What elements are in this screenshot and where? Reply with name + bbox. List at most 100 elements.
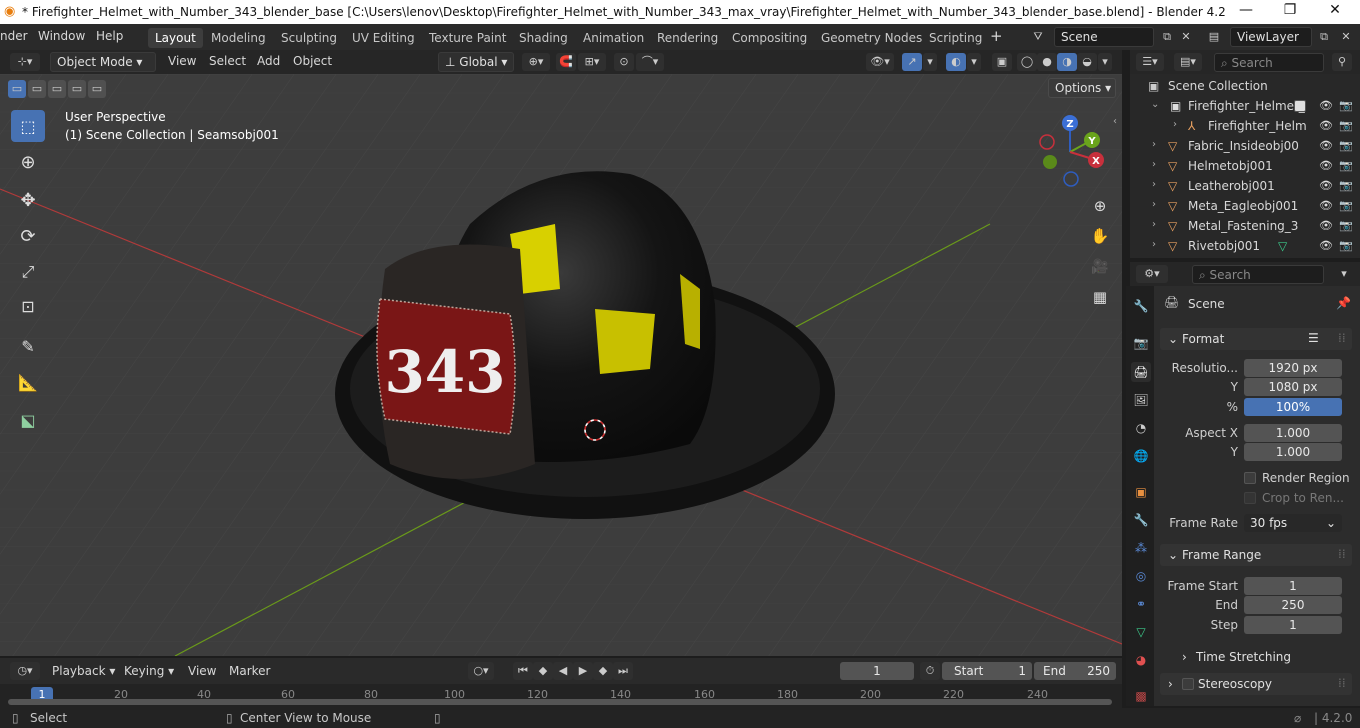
- outliner-row[interactable]: › ▽ Leatherobj001 👁 📷: [1130, 176, 1360, 196]
- properties-options-icon[interactable]: ▾: [1334, 265, 1354, 283]
- eye-icon[interactable]: 👁: [1319, 199, 1333, 212]
- options-button[interactable]: Options ▾: [1048, 78, 1116, 98]
- add-workspace-button[interactable]: +: [990, 27, 1003, 45]
- drag-handle-icon[interactable]: ⁞⁞: [1338, 547, 1346, 561]
- frame-end-field[interactable]: 250: [1244, 596, 1342, 614]
- jump-end-icon[interactable]: ⏭: [613, 662, 633, 680]
- snap-target-icon[interactable]: ⊞▾: [578, 53, 606, 71]
- transform-tool[interactable]: ⊡: [11, 290, 45, 322]
- eye-icon[interactable]: 👁: [1319, 139, 1333, 152]
- cursor-tool[interactable]: ⊕: [11, 146, 45, 178]
- render-region-checkbox[interactable]: [1244, 472, 1256, 484]
- material-tab-icon[interactable]: ◕: [1131, 650, 1151, 670]
- maximize-button[interactable]: ❐: [1280, 2, 1300, 18]
- menu-add[interactable]: Add: [257, 54, 280, 68]
- zoom-button[interactable]: ⊕: [1088, 194, 1112, 218]
- overlay-menu-icon[interactable]: ▾: [967, 53, 981, 71]
- timeline-scrollbar[interactable]: [8, 699, 1112, 705]
- collection-checkbox[interactable]: [1294, 100, 1306, 112]
- editor-type-icon[interactable]: ⊹▾: [10, 53, 40, 71]
- aspect-y-field[interactable]: 1.000: [1244, 443, 1342, 461]
- rendered-shading-icon[interactable]: ◒: [1077, 53, 1097, 71]
- filter-icon[interactable]: ⚲: [1332, 53, 1352, 71]
- menu-help[interactable]: Help: [96, 29, 123, 43]
- outliner-row[interactable]: › ▽ Metal_Fastening_3 👁 📷: [1130, 216, 1360, 236]
- select-subtract-icon[interactable]: ▭: [48, 80, 66, 98]
- prev-keyframe-icon[interactable]: ◆: [533, 662, 553, 680]
- tab-rendering[interactable]: Rendering: [650, 28, 725, 48]
- expand-icon[interactable]: ⌄: [1151, 99, 1159, 110]
- outliner-search-input[interactable]: ⌕ Search: [1214, 53, 1324, 72]
- pin-icon[interactable]: 📌: [1336, 296, 1351, 310]
- outliner-root-row[interactable]: ▣ Scene Collection: [1130, 76, 1360, 96]
- scale-tool[interactable]: ⤢: [11, 256, 45, 288]
- camera-icon[interactable]: 📷: [1339, 239, 1353, 252]
- outliner-row[interactable]: › ▽ Helmetobj001 👁 📷: [1130, 156, 1360, 176]
- render-tab-icon[interactable]: 📷: [1131, 333, 1151, 353]
- falloff-icon[interactable]: ⌒▾: [636, 53, 664, 71]
- gizmo-neg-x-icon[interactable]: [1039, 134, 1055, 150]
- rotate-tool[interactable]: ⟳: [11, 220, 45, 252]
- expand-icon[interactable]: ›: [1152, 139, 1156, 150]
- play-reverse-icon[interactable]: ◀: [553, 662, 573, 680]
- select-new-icon[interactable]: ▭: [8, 80, 26, 98]
- tab-layout[interactable]: Layout: [148, 28, 203, 48]
- shading-menu-icon[interactable]: ▾: [1098, 53, 1112, 71]
- navigation-gizmo[interactable]: Z Y X: [1030, 114, 1110, 194]
- menu-window[interactable]: Window: [38, 29, 85, 43]
- format-panel-header[interactable]: ⌄ Format ☰ ⁞⁞: [1160, 328, 1352, 350]
- add-cube-tool[interactable]: ⬕: [11, 404, 45, 436]
- expand-icon[interactable]: ›: [1152, 199, 1156, 210]
- properties-editor-type-icon[interactable]: ⚙▾: [1136, 265, 1168, 283]
- modifier-tab-icon[interactable]: 🔧: [1131, 510, 1151, 530]
- new-viewlayer-icon[interactable]: ⧉: [1314, 28, 1334, 46]
- tab-sculpting[interactable]: Sculpting: [274, 28, 344, 48]
- eye-icon[interactable]: 👁: [1319, 219, 1333, 232]
- orientation-selector[interactable]: ⊥ Global ▾: [438, 52, 514, 72]
- viewlayer-selector[interactable]: ViewLayer: [1230, 27, 1312, 47]
- resolution-x-field[interactable]: 1920 px: [1244, 359, 1342, 377]
- gizmo-neg-z-icon[interactable]: [1063, 171, 1079, 187]
- camera-icon[interactable]: 📷: [1339, 139, 1353, 152]
- timeline-editor-type-icon[interactable]: ◷▾: [10, 662, 40, 680]
- eye-icon[interactable]: 👁: [1319, 99, 1333, 112]
- timeline-start-field[interactable]: Start 1: [942, 662, 1032, 680]
- menu-playback[interactable]: Playback ▾: [52, 664, 115, 678]
- camera-icon[interactable]: 📷: [1339, 119, 1353, 132]
- eye-icon[interactable]: 👁: [1319, 159, 1333, 172]
- drag-handle-icon[interactable]: ⁞⁞: [1338, 676, 1346, 690]
- gizmo-toggle-icon[interactable]: ↗: [902, 53, 922, 71]
- camera-icon[interactable]: 📷: [1339, 159, 1353, 172]
- next-keyframe-icon[interactable]: ◆: [593, 662, 613, 680]
- properties-search-input[interactable]: ⌕ Search: [1192, 265, 1324, 284]
- play-icon[interactable]: ▶: [573, 662, 593, 680]
- close-button[interactable]: ✕: [1325, 2, 1345, 18]
- menu-timeline-view[interactable]: View: [188, 664, 216, 678]
- scene-selector[interactable]: Scene: [1054, 27, 1154, 47]
- constraints-tab-icon[interactable]: ⚭: [1131, 594, 1151, 614]
- timeline-scale[interactable]: 1 20 40 60 80 100 120 140 160 180 200 22…: [0, 684, 1122, 708]
- camera-icon[interactable]: 📷: [1339, 199, 1353, 212]
- outliner-editor-type-icon[interactable]: ☰▾: [1136, 53, 1164, 71]
- overlay-toggle-icon[interactable]: ◐: [946, 53, 966, 71]
- tab-compositing[interactable]: Compositing: [725, 28, 814, 48]
- particles-tab-icon[interactable]: ⁂: [1131, 538, 1151, 558]
- world-tab-icon[interactable]: 🌐: [1131, 446, 1151, 466]
- crop-to-render-checkbox[interactable]: [1244, 492, 1256, 504]
- eye-icon[interactable]: 👁: [1319, 239, 1333, 252]
- tab-shading[interactable]: Shading: [512, 28, 575, 48]
- camera-view-button[interactable]: 🎥: [1088, 255, 1112, 279]
- menu-view[interactable]: View: [168, 54, 196, 68]
- outliner-row[interactable]: › ▽ Rivetobj001 ▽ 👁 📷: [1130, 236, 1360, 256]
- stopwatch-icon[interactable]: ⏱: [920, 662, 940, 680]
- texture-tab-icon[interactable]: ▩: [1131, 686, 1151, 706]
- display-mode-icon[interactable]: ▤▾: [1174, 53, 1202, 71]
- physics-tab-icon[interactable]: ◎: [1131, 566, 1151, 586]
- tab-modeling[interactable]: Modeling: [204, 28, 273, 48]
- menu-marker[interactable]: Marker: [229, 664, 270, 678]
- tab-animation[interactable]: Animation: [576, 28, 651, 48]
- select-extend-icon[interactable]: ▭: [28, 80, 46, 98]
- measure-tool[interactable]: 📐: [11, 366, 45, 398]
- stereoscopy-panel-header[interactable]: › Stereoscopy ⁞⁞: [1160, 673, 1352, 695]
- solid-shading-icon[interactable]: ●: [1037, 53, 1057, 71]
